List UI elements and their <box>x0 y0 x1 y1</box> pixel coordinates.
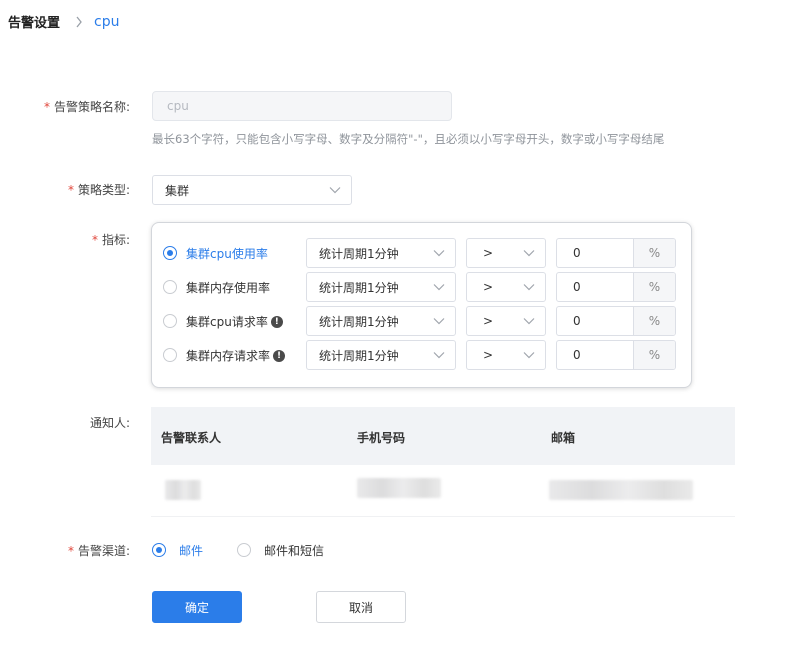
metrics-label: * 指标: <box>91 233 130 247</box>
metric-name: 集群cpu使用率 <box>186 247 268 261</box>
required-mark: * <box>43 100 50 114</box>
channel-option-email[interactable]: 邮件 <box>179 542 203 559</box>
redacted-email <box>549 480 693 500</box>
period-select[interactable]: 统计周期1分钟 <box>306 306 456 336</box>
channel-radio-email-sms[interactable] <box>237 543 251 557</box>
column-phone: 手机号码 <box>357 431 406 445</box>
operator-select[interactable]: > <box>466 340 546 370</box>
name-hint: 最长63个字符，只能包含小写字母、数字及分隔符"-"，且必须以小写字母开头，数字… <box>152 132 665 146</box>
threshold-input[interactable]: 0 % <box>556 306 676 336</box>
operator-value: > <box>483 246 494 260</box>
period-value: 统计周期1分钟 <box>319 348 399 363</box>
threshold-unit: % <box>633 341 675 369</box>
channel-option-email-sms[interactable]: 邮件和短信 <box>264 542 324 559</box>
required-mark: * <box>67 183 74 197</box>
threshold-unit: % <box>633 273 675 301</box>
metric-row: 集群内存请求率! 统计周期1分钟 > 0 % <box>152 340 691 370</box>
chevron-down-icon <box>433 250 445 257</box>
metric-row: 集群cpu请求率! 统计周期1分钟 > 0 % <box>152 306 691 336</box>
chevron-down-icon <box>433 284 445 291</box>
metric-name: 集群cpu请求率! <box>186 313 283 330</box>
operator-select[interactable]: > <box>466 272 546 302</box>
metric-name: 集群内存使用率 <box>186 281 271 295</box>
operator-select[interactable]: > <box>466 306 546 336</box>
redacted-contact <box>165 480 201 500</box>
metric-name: 集群内存请求率! <box>186 347 286 364</box>
period-select[interactable]: 统计周期1分钟 <box>306 272 456 302</box>
name-input-value: cpu <box>167 99 189 113</box>
notify-label: 通知人: <box>89 416 130 430</box>
threshold-input[interactable]: 0 % <box>556 340 676 370</box>
operator-value: > <box>483 280 494 294</box>
chevron-down-icon <box>523 352 535 359</box>
chevron-down-icon <box>433 318 445 325</box>
chevron-right-icon <box>70 13 88 31</box>
period-value: 统计周期1分钟 <box>319 280 399 295</box>
channel-radio-email[interactable] <box>152 543 166 557</box>
column-email: 邮箱 <box>551 431 576 445</box>
operator-select[interactable]: > <box>466 238 546 268</box>
exclamation-circle-icon[interactable]: ! <box>270 315 283 328</box>
threshold-value[interactable]: 0 <box>557 307 633 335</box>
threshold-value[interactable]: 0 <box>557 341 633 369</box>
period-value: 统计周期1分钟 <box>319 246 399 261</box>
period-select[interactable]: 统计周期1分钟 <box>306 238 456 268</box>
cancel-button[interactable]: 取消 <box>316 591 406 623</box>
table-row[interactable] <box>151 465 735 517</box>
breadcrumb: 告警设置 cpu <box>8 12 120 32</box>
metric-radio[interactable] <box>163 348 177 362</box>
required-mark: * <box>67 544 74 558</box>
period-value: 统计周期1分钟 <box>319 314 399 329</box>
type-label: * 策略类型: <box>67 183 130 197</box>
name-label: * 告警策略名称: <box>43 100 130 114</box>
metric-radio[interactable] <box>163 314 177 328</box>
chevron-down-icon <box>433 352 445 359</box>
threshold-unit: % <box>633 239 675 267</box>
name-input[interactable]: cpu <box>152 91 452 121</box>
operator-value: > <box>483 314 494 328</box>
breadcrumb-root[interactable]: 告警设置 <box>8 12 60 31</box>
metrics-panel: 集群cpu使用率 统计周期1分钟 > 0 % 集群内存使用率 统计周期1分钟 >… <box>151 222 692 388</box>
operator-value: > <box>483 348 494 362</box>
notify-table: 告警联系人 手机号码 邮箱 <box>151 407 735 517</box>
channel-label: * 告警渠道: <box>67 544 130 558</box>
metric-radio[interactable] <box>163 246 177 260</box>
confirm-button[interactable]: 确定 <box>152 591 242 623</box>
metric-radio[interactable] <box>163 280 177 294</box>
table-header: 告警联系人 手机号码 邮箱 <box>151 407 735 465</box>
metric-row: 集群内存使用率 统计周期1分钟 > 0 % <box>152 272 691 302</box>
breadcrumb-current: cpu <box>94 13 120 30</box>
chevron-down-icon <box>523 284 535 291</box>
type-select-value: 集群 <box>165 183 190 198</box>
metric-row: 集群cpu使用率 统计周期1分钟 > 0 % <box>152 238 691 268</box>
exclamation-circle-icon[interactable]: ! <box>273 349 286 362</box>
period-select[interactable]: 统计周期1分钟 <box>306 340 456 370</box>
type-select[interactable]: 集群 <box>152 175 352 205</box>
threshold-input[interactable]: 0 % <box>556 238 676 268</box>
chevron-down-icon <box>523 250 535 257</box>
chevron-down-icon <box>329 187 341 194</box>
threshold-unit: % <box>633 307 675 335</box>
threshold-value[interactable]: 0 <box>557 239 633 267</box>
redacted-phone <box>357 478 441 498</box>
threshold-value[interactable]: 0 <box>557 273 633 301</box>
chevron-down-icon <box>523 318 535 325</box>
required-mark: * <box>91 233 98 247</box>
column-contact: 告警联系人 <box>161 431 222 445</box>
threshold-input[interactable]: 0 % <box>556 272 676 302</box>
